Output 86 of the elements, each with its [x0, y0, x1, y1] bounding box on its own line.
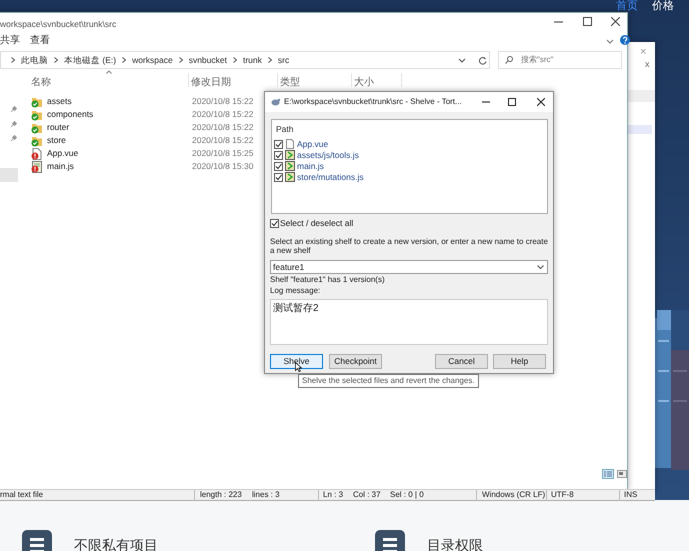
- dialog-button[interactable]: Checkpoint: [329, 354, 382, 369]
- breadcrumb-item[interactable]: src: [278, 54, 290, 66]
- status-text: lines : 3: [252, 489, 280, 501]
- file-name[interactable]: App.vue: [47, 147, 192, 160]
- dialog-button[interactable]: Cancel: [435, 354, 488, 369]
- file-name[interactable]: router: [47, 121, 192, 134]
- column-header[interactable]: Path: [276, 123, 545, 136]
- breadcrumb-item[interactable]: workspace: [132, 54, 173, 66]
- status-text: length : 223: [200, 489, 242, 501]
- chevron-right-icon: [232, 57, 237, 63]
- maximize-icon: [508, 98, 516, 106]
- file-path[interactable]: main.js: [297, 160, 324, 173]
- maximize-icon: [583, 17, 592, 26]
- status-text: Sel : 0 | 0: [390, 489, 424, 501]
- list-icon: [22, 530, 52, 551]
- pin-icon: [10, 121, 17, 128]
- status-text: Ln : 3: [323, 489, 344, 501]
- file-path[interactable]: assets/js/tools.js: [297, 148, 359, 162]
- checkbox[interactable]: [274, 162, 283, 171]
- breadcrumb-item[interactable]: 此电脑: [21, 54, 48, 66]
- sidebar-selection: [0, 168, 18, 182]
- breadcrumb-item[interactable]: trunk: [242, 54, 262, 66]
- search-field[interactable]: 搜索"src": [498, 51, 622, 69]
- file-name[interactable]: components: [47, 108, 192, 121]
- checkbox[interactable]: [274, 172, 283, 182]
- status-text: INS: [624, 489, 638, 501]
- field-label: Log message:: [270, 285, 320, 297]
- close-icon: [611, 17, 620, 26]
- pin-icon: [10, 135, 17, 142]
- list-icon: [375, 530, 405, 551]
- window-title: workspace\svnbucket\trunk\src: [0, 18, 116, 31]
- file-date: 2020/10/8 15:25: [192, 147, 254, 160]
- search-input[interactable]: 搜索"src": [519, 53, 619, 67]
- feature-title: 目录权限: [427, 536, 483, 551]
- file-path[interactable]: store/mutations.js: [297, 170, 364, 184]
- window-title: E:\workspace\svnbucket\trunk\src - Shelve - Tort...: [284, 96, 462, 108]
- ribbon-tab[interactable]: 共享: [0, 33, 20, 48]
- pin-icon: [10, 106, 17, 113]
- checkbox-label[interactable]: Select / deselect all: [280, 217, 354, 230]
- chevron-icon: [606, 39, 614, 45]
- shelf-combobox[interactable]: feature1: [270, 260, 548, 274]
- dialog-button[interactable]: Shelve: [270, 354, 323, 369]
- tooltip: Shelve the selected files and revert the changes.: [298, 374, 479, 388]
- file-date: 2020/10/8 15:22: [192, 134, 254, 147]
- column-header[interactable]: 类型: [280, 75, 300, 90]
- chevron-right-icon: [122, 57, 126, 63]
- status-text: Col : 37: [353, 489, 381, 501]
- search-icon: [505, 56, 513, 64]
- nav-link[interactable]: 首页: [616, 0, 638, 13]
- checkbox[interactable]: [274, 150, 283, 160]
- panel-strip: [628, 90, 655, 102]
- file-date: 2020/10/8 15:22: [192, 121, 254, 134]
- breadcrumb-item[interactable]: 本地磁盘 (E:): [64, 54, 116, 66]
- address-bar[interactable]: 此电脑 本地磁盘 (E:) workspace svnbucket trunk src: [0, 51, 490, 69]
- chevron-right-icon: [178, 57, 183, 63]
- status-text: rmal text file: [0, 489, 44, 501]
- status-text: Windows (CR LF): [482, 489, 546, 501]
- column-header[interactable]: 大小: [354, 75, 374, 90]
- close-icon[interactable]: x: [645, 60, 650, 69]
- selection-highlight: [628, 125, 652, 134]
- column-header[interactable]: 修改日期: [191, 75, 231, 90]
- refresh-icon: [478, 56, 487, 65]
- checkbox[interactable]: [274, 140, 283, 149]
- column-header[interactable]: 名称: [31, 75, 51, 90]
- dialog-button[interactable]: Help: [493, 354, 546, 369]
- ribbon-tab[interactable]: 查看: [30, 33, 50, 48]
- breadcrumb-item[interactable]: svnbucket: [188, 54, 227, 66]
- log-message-field[interactable]: 测试暂存2: [270, 299, 548, 345]
- file-date: 2020/10/8 15:30: [192, 160, 254, 173]
- chevron-right-icon: [11, 57, 15, 63]
- file-name[interactable]: main.js: [47, 160, 192, 173]
- chevron-right-icon: [268, 57, 272, 63]
- file-date: 2020/10/8 15:22: [192, 108, 254, 121]
- file-name[interactable]: assets: [47, 95, 192, 108]
- large-icons-view-icon: [617, 470, 627, 478]
- checkbox[interactable]: [270, 218, 279, 228]
- instruction-text: Select an existing shelf to create a new version, or enter a new name to create a new shelf: [270, 237, 549, 255]
- file-name[interactable]: store: [47, 134, 192, 147]
- file-date: 2020/10/8 15:22: [192, 95, 254, 108]
- close-icon: [537, 98, 545, 106]
- status-text: UTF-8: [551, 489, 574, 501]
- nav-link[interactable]: 价格: [652, 0, 674, 13]
- file-path[interactable]: App.vue: [297, 138, 328, 151]
- shelf-info: Shelf "feature1" has 1 version(s): [270, 274, 385, 286]
- chevron-right-icon: [54, 57, 58, 63]
- details-view-icon: [602, 469, 614, 479]
